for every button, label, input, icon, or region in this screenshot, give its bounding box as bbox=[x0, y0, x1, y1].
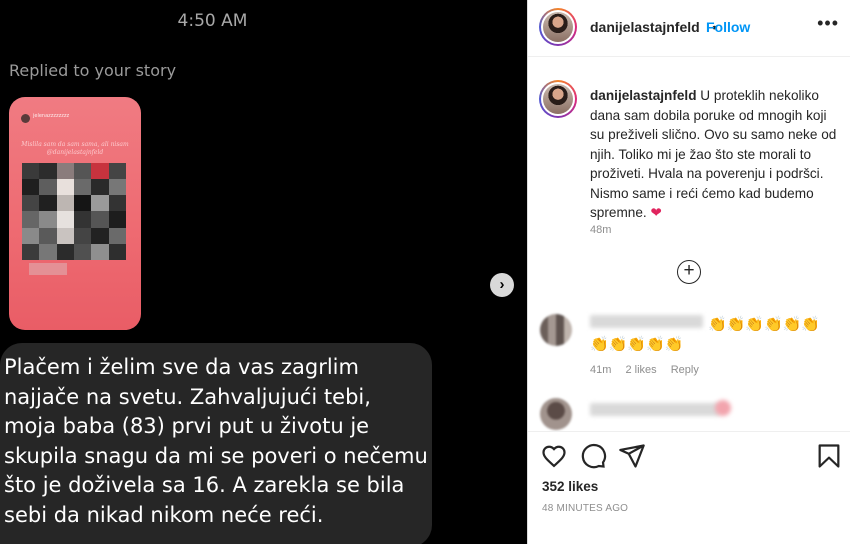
story-pixelated-image bbox=[22, 163, 126, 260]
message-text: Plačem i želim sve da vas zagrlim najjač… bbox=[4, 355, 428, 527]
post-panel: danijelastajnfeld • Follow ••• danijelas… bbox=[527, 0, 850, 544]
comment-meta: 41m 2 likes Reply bbox=[590, 364, 710, 376]
header-username[interactable]: danijelastajnfeld bbox=[590, 19, 700, 35]
avatar[interactable] bbox=[539, 8, 577, 46]
reply-button[interactable]: Reply bbox=[671, 364, 699, 376]
heart-icon[interactable] bbox=[540, 442, 568, 470]
post-header: danijelastajnfeld • Follow ••• bbox=[528, 0, 850, 57]
action-bar: 352 likes 48 MINUTES AGO bbox=[528, 431, 850, 544]
chevron-right-icon[interactable]: › bbox=[490, 273, 514, 297]
more-options-icon[interactable]: ••• bbox=[817, 13, 839, 34]
caption-username[interactable]: danijelastajnfeld bbox=[590, 88, 697, 103]
caption-avatar[interactable] bbox=[539, 80, 577, 118]
heart-emoji-blurred bbox=[715, 400, 731, 416]
comment-time: 41m bbox=[590, 364, 612, 376]
story-username: jelenazzzzzzzz bbox=[33, 113, 70, 119]
comment-icon[interactable] bbox=[579, 442, 607, 470]
share-icon[interactable] bbox=[618, 442, 646, 470]
comment-avatar-blurred[interactable] bbox=[540, 398, 572, 430]
story-avatar bbox=[21, 114, 30, 123]
replied-label: Replied to your story bbox=[9, 61, 177, 80]
clapping-emojis: 👏👏👏👏👏👏 👏👏👏👏👏 bbox=[590, 316, 821, 353]
post-timestamp: 48 MINUTES AGO bbox=[542, 503, 629, 514]
caption-text-block: danijelastajnfeld U proteklih nekoliko d… bbox=[590, 86, 840, 223]
comment-likes[interactable]: 2 likes bbox=[625, 364, 656, 376]
story-blurred-label bbox=[29, 263, 67, 275]
message-time: 4:50 AM bbox=[177, 11, 248, 31]
caption-timestamp: 48m bbox=[590, 224, 612, 236]
caption-text: U proteklih nekoliko dana sam dobila por… bbox=[590, 88, 837, 220]
dm-screenshot: 4:50 AM Replied to your story jelenazzzz… bbox=[0, 0, 527, 544]
load-more-comments-icon[interactable]: + bbox=[677, 260, 701, 284]
red-heart-emoji: ❤ bbox=[650, 205, 662, 220]
story-caption: Mislila sam da sam sama, ali nisam @dani… bbox=[21, 141, 129, 156]
comment-text: 👏👏👏👏👏👏 👏👏👏👏👏 bbox=[590, 315, 840, 355]
follow-button[interactable]: Follow bbox=[706, 19, 750, 35]
comment-avatar-blurred[interactable] bbox=[540, 314, 572, 346]
comment-text-blurred bbox=[590, 403, 720, 416]
bookmark-icon[interactable] bbox=[815, 442, 843, 470]
likes-count[interactable]: 352 likes bbox=[542, 479, 598, 494]
story-preview[interactable]: jelenazzzzzzzz Mislila sam da sam sama, … bbox=[9, 97, 141, 330]
message-bubble: Plačem i želim sve da vas zagrlim najjač… bbox=[0, 343, 432, 544]
